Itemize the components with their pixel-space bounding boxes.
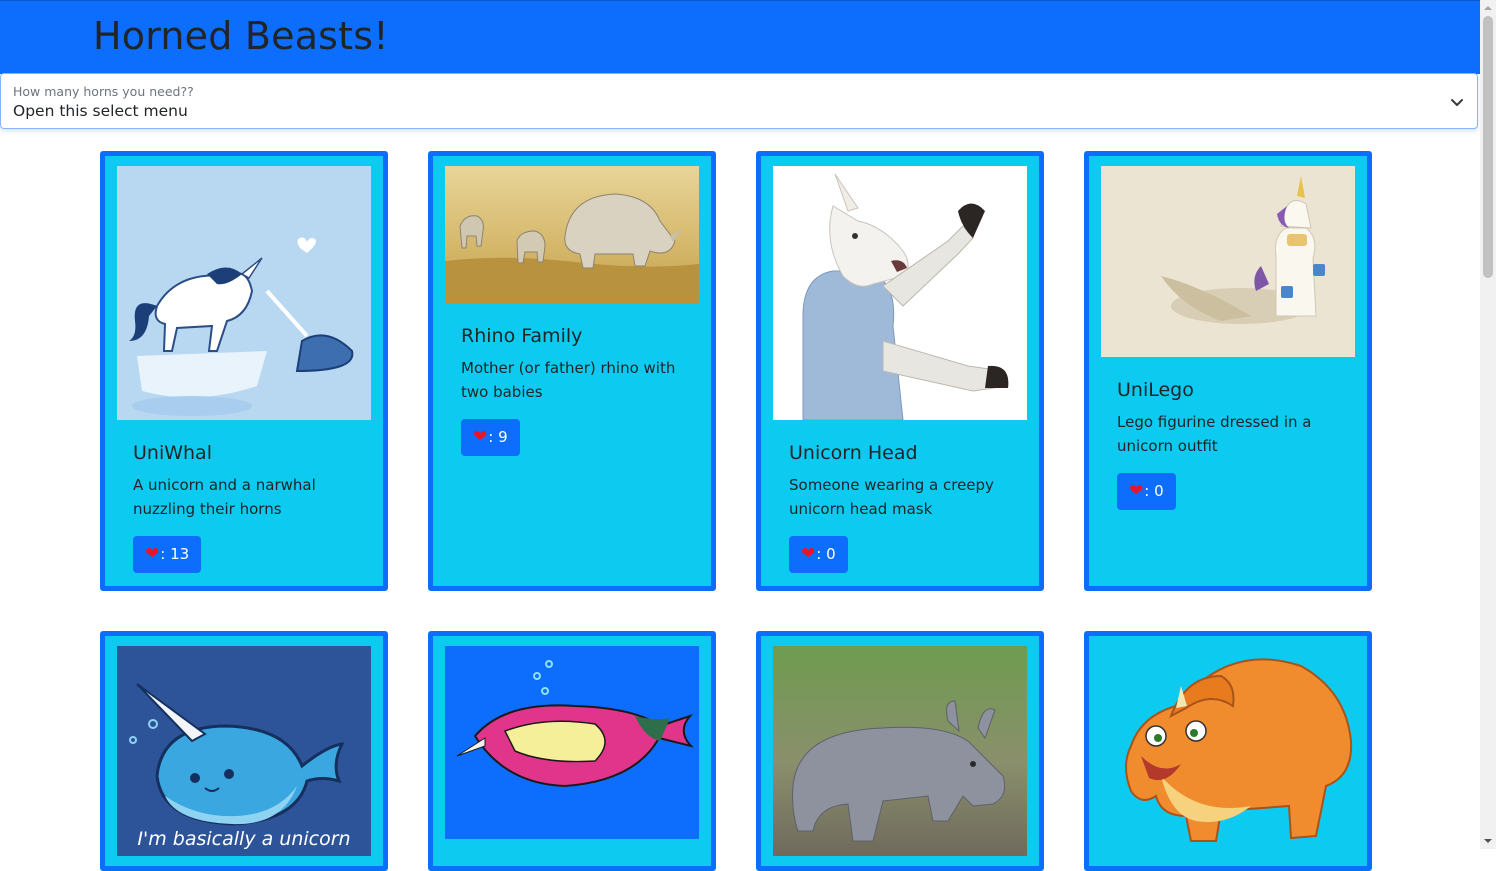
card-description: Lego figurine dressed in a unicorn outfi…: [1117, 413, 1312, 455]
heart-icon: ❤: [145, 544, 160, 564]
card-title: UniLego: [1117, 379, 1194, 401]
triceratops-cartoon-image[interactable]: [1101, 646, 1355, 856]
card-title: Rhino Family: [461, 325, 583, 347]
scroll-up-arrow-icon[interactable]: [1484, 4, 1492, 12]
favorite-button[interactable]: ❤ : 0: [789, 536, 848, 573]
card-description: A unicorn and a narwhal nuzzling their h…: [133, 476, 316, 518]
beast-card: Unicorn Head Someone wearing a creepy un…: [756, 151, 1044, 591]
horns-select-label: How many horns you need??: [13, 84, 194, 99]
uniwhal-image[interactable]: [117, 166, 371, 420]
beast-card: UniWhal A unicorn and a narwhal nuzzling…: [100, 151, 388, 591]
unicorn-head-image[interactable]: [773, 166, 1027, 420]
narwhal-unicorn-image[interactable]: I'm basically a unicorn: [117, 646, 371, 856]
beast-card: I'm basically a unicorn: [100, 631, 388, 871]
card-title: Unicorn Head: [789, 442, 918, 464]
heart-icon: ❤: [801, 544, 816, 564]
page-title: Horned Beasts!: [93, 14, 389, 58]
narwhal-drawing-image[interactable]: [445, 646, 699, 839]
baby-rhino-image[interactable]: [773, 646, 1027, 856]
favorite-button[interactable]: ❤ : 9: [461, 419, 520, 456]
favorite-button[interactable]: ❤ : 0: [1117, 473, 1176, 510]
unilego-image[interactable]: [1101, 166, 1355, 357]
beast-card: [428, 631, 716, 871]
image-caption: I'm basically a unicorn: [137, 828, 351, 850]
page-scrollbar[interactable]: [1480, 0, 1496, 849]
beast-card: [1084, 631, 1372, 871]
favorite-count: : 0: [1144, 482, 1164, 500]
heart-icon: ❤: [1129, 481, 1144, 501]
horns-select[interactable]: How many horns you need?? Open this sele…: [0, 73, 1478, 129]
page-header: Horned Beasts!: [0, 0, 1480, 74]
beast-card: Rhino Family Mother (or father) rhino wi…: [428, 151, 716, 591]
scroll-down-arrow-icon[interactable]: [1484, 837, 1492, 845]
rhino-family-image[interactable]: [445, 166, 699, 303]
favorite-count: : 0: [816, 545, 836, 563]
chevron-down-icon: [1451, 99, 1463, 106]
beast-card: UniLego Lego figurine dressed in a unico…: [1084, 151, 1372, 591]
card-description: Someone wearing a creepy unicorn head ma…: [789, 476, 994, 518]
card-description: Mother (or father) rhino with two babies: [461, 359, 676, 401]
card-title: UniWhal: [133, 442, 212, 464]
scrollbar-thumb[interactable]: [1483, 16, 1493, 278]
favorite-count: : 9: [488, 428, 508, 446]
favorite-count: : 13: [160, 545, 190, 563]
heart-icon: ❤: [473, 427, 488, 447]
beast-card: [756, 631, 1044, 871]
horns-select-value: Open this select menu: [13, 102, 188, 120]
favorite-button[interactable]: ❤ : 13: [133, 536, 202, 573]
